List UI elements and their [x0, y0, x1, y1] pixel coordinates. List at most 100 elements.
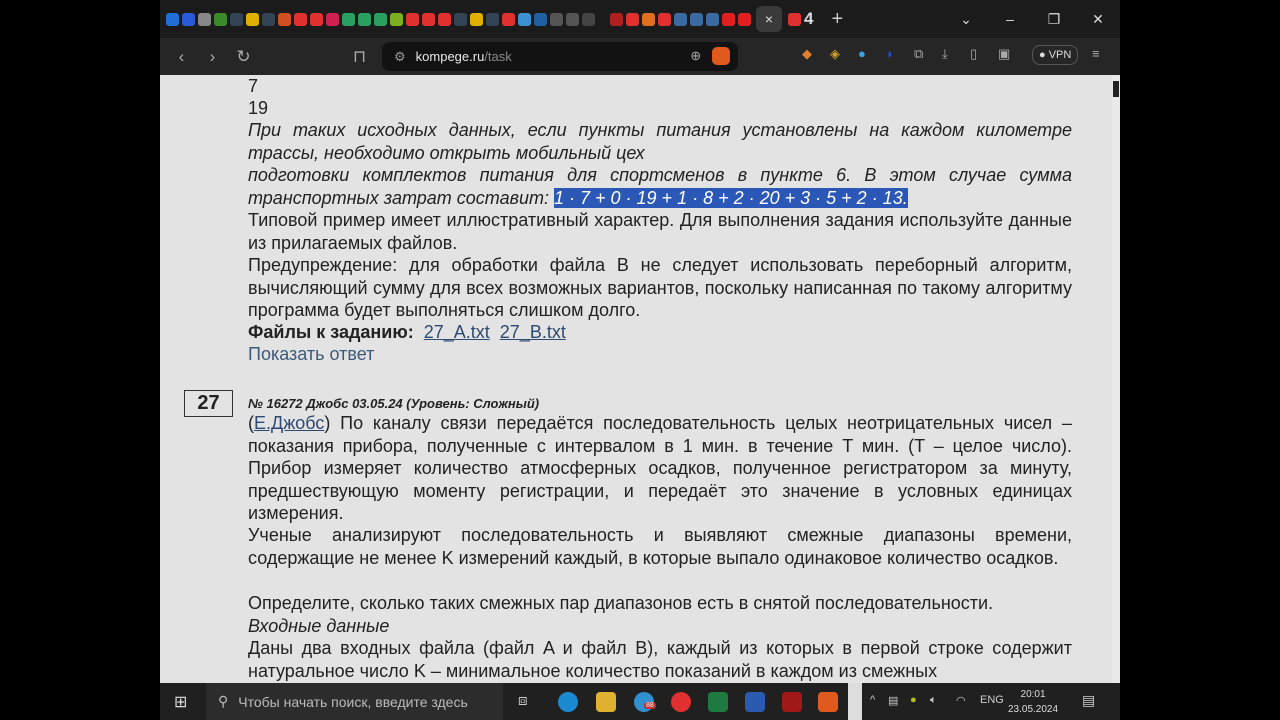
task-paragraph-3: Определите, сколько таких смежных пар ди… [248, 593, 994, 613]
maximize-button[interactable]: ❐ [1032, 11, 1076, 28]
tray-app-icon[interactable]: ▤ [888, 694, 898, 707]
extension-icon[interactable]: ● [858, 46, 866, 61]
files-label: Файлы к заданию: [248, 322, 414, 342]
help-icon[interactable] [517, 12, 531, 26]
input-heading: Входные данные [248, 616, 390, 636]
globe-icon[interactable] [453, 12, 467, 26]
dots-icon[interactable] [277, 12, 291, 26]
screen-recorder-icon[interactable] [782, 692, 802, 712]
brave-shields-icon[interactable] [712, 47, 730, 65]
star-icon[interactable] [309, 12, 323, 26]
new-tab-button[interactable]: + [831, 8, 843, 31]
edge-icon[interactable] [558, 692, 578, 712]
extensions-puzzle-icon[interactable]: ⧉ [914, 46, 923, 62]
metamask-icon[interactable]: ◆ [802, 46, 812, 62]
vpn-label: VPN [1048, 49, 1072, 61]
windows-start-icon[interactable]: ⊞ [174, 692, 187, 712]
tab-search-chevron-icon[interactable]: ⌄ [944, 11, 988, 28]
input-paragraph: Даны два входных файла (файл A и файл B)… [248, 638, 1072, 681]
author-link[interactable]: Е.Джобс [254, 413, 324, 433]
show-answer-link[interactable]: Показать ответ [248, 343, 1072, 366]
sidebar-icon[interactable]: ▯ [970, 46, 977, 62]
telegram-icon[interactable]: 88 [634, 692, 656, 712]
paragraph-icon[interactable] [245, 12, 259, 26]
brave-icon[interactable] [818, 692, 838, 712]
feather-icon[interactable] [581, 12, 595, 26]
star-icon[interactable] [405, 12, 419, 26]
letter-a-icon[interactable] [389, 12, 403, 26]
record-icon[interactable] [609, 12, 623, 26]
reload-button[interactable]: ↻ [228, 47, 259, 67]
address-bar[interactable]: ⚙ kompege.ru/task ⊕⇗ [382, 42, 738, 71]
photo-icon[interactable] [197, 12, 211, 26]
date: 23.05.2024 [1008, 704, 1059, 715]
telegram-badge: 88 [644, 702, 656, 709]
globe-icon[interactable] [485, 12, 499, 26]
globe-icon[interactable] [261, 12, 275, 26]
dots-icon[interactable] [341, 12, 355, 26]
s-icon[interactable] [533, 12, 547, 26]
language-indicator[interactable]: ENG [980, 694, 1004, 706]
file-explorer-icon[interactable] [596, 692, 616, 712]
back-button[interactable]: ‹ [166, 47, 197, 67]
close-window-button[interactable]: ✕ [1076, 11, 1120, 28]
tray-app-icon[interactable]: ● [910, 694, 917, 706]
yandex-icon[interactable] [421, 12, 435, 26]
download-icon[interactable]: ⤓ [942, 46, 948, 62]
notifications-icon[interactable]: ▤ [1082, 692, 1095, 709]
vpn-button[interactable]: ● VPN [1032, 45, 1079, 65]
example-text-1: При таких исходных данных, если пункты п… [248, 120, 1072, 163]
file-b-link[interactable]: 27_B.txt [500, 322, 566, 342]
ring-icon[interactable] [325, 12, 339, 26]
example-note: Типовой пример имеет иллюстративный хара… [248, 210, 1072, 253]
bookmark-icon[interactable]: ⊓ [344, 47, 375, 67]
dots-icon[interactable] [357, 12, 371, 26]
dots-icon[interactable] [373, 12, 387, 26]
forward-button[interactable]: › [197, 47, 228, 67]
tray-chevron-icon[interactable]: ^ [870, 694, 875, 706]
file-a-link[interactable]: 27_A.txt [424, 322, 490, 342]
shield-icon[interactable]: ◗ [886, 46, 894, 61]
scrollbar[interactable] [1112, 75, 1120, 683]
selected-formula: 1 · 7 + 0 · 19 + 1 · 8 + 2 · 20 + 3 · 5 … [554, 187, 908, 208]
hd-icon[interactable] [213, 12, 227, 26]
volume-icon[interactable]: 🔈︎ [930, 694, 937, 707]
taskbar-scroll[interactable] [848, 683, 862, 720]
yandex-icon[interactable] [501, 12, 515, 26]
excel-icon[interactable] [708, 692, 728, 712]
yandex-icon[interactable] [787, 12, 801, 26]
mail-icon[interactable] [181, 12, 195, 26]
yandex-icon[interactable] [625, 12, 639, 26]
zoom-icon[interactable]: ⊕ [690, 48, 701, 64]
page-content: 7 19 При таких исходных данных, если пун… [160, 75, 1112, 683]
star-icon[interactable] [437, 12, 451, 26]
extension-icon[interactable]: ◈ [830, 46, 840, 62]
minimize-button[interactable]: – [988, 11, 1032, 27]
globe-icon[interactable] [229, 12, 243, 26]
clock[interactable]: 20:01 23.05.2024 [1008, 687, 1058, 717]
wifi-icon[interactable]: ◠ [956, 694, 966, 707]
taskbar-search[interactable]: ⚲ Чтобы начать поиск, введите здесь [206, 683, 503, 720]
mail-icon[interactable] [165, 12, 179, 26]
figure-icon[interactable] [705, 12, 719, 26]
menu-icon[interactable]: ≡ [1092, 46, 1100, 61]
scrollbar-thumb[interactable] [1113, 81, 1119, 97]
yandex-icon[interactable] [293, 12, 307, 26]
globe-icon[interactable] [549, 12, 563, 26]
url-host: kompege.ru [415, 49, 485, 64]
yandex-browser-icon[interactable] [671, 692, 691, 712]
task-view-icon[interactable]: ⧈ [518, 692, 528, 709]
wallet-icon[interactable]: ▣ [998, 46, 1010, 62]
box-icon[interactable] [641, 12, 655, 26]
figure-icon[interactable] [689, 12, 703, 26]
figure-icon[interactable] [673, 12, 687, 26]
word-icon[interactable] [745, 692, 765, 712]
paragraph-icon[interactable] [469, 12, 483, 26]
youtube-icon[interactable] [721, 12, 735, 26]
active-tab-close-button[interactable]: × [756, 6, 782, 32]
url-path: /task [484, 49, 512, 64]
yandex-icon[interactable] [657, 12, 671, 26]
globe-icon[interactable] [565, 12, 579, 26]
site-settings-icon[interactable]: ⚙ [394, 49, 406, 65]
youtube-icon[interactable] [737, 12, 751, 26]
